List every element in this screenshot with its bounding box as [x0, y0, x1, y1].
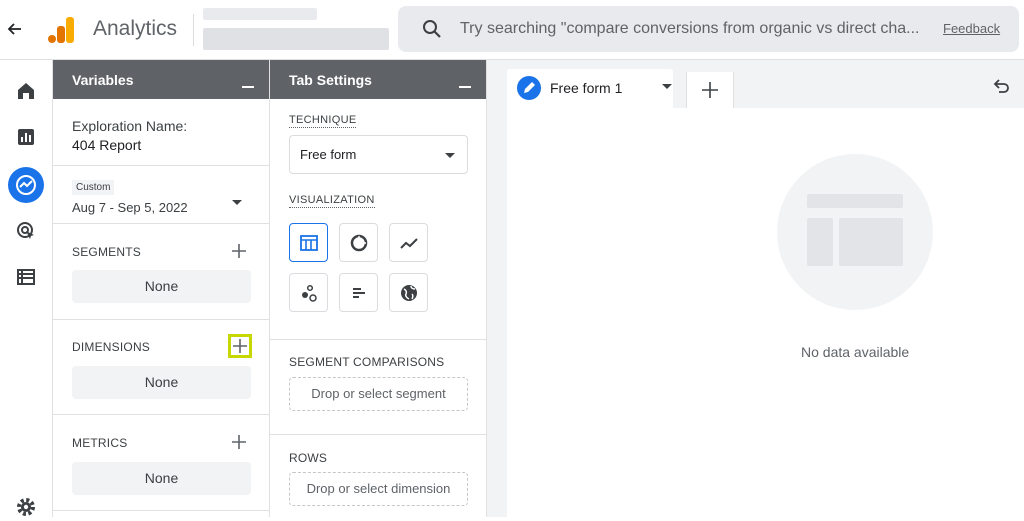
- visualization-label: VISUALIZATION: [289, 194, 375, 208]
- date-chip: Custom: [72, 180, 115, 195]
- property-name-redacted[interactable]: [203, 28, 389, 50]
- pencil-icon: [517, 76, 541, 100]
- tab-settings-title: Tab Settings: [289, 72, 372, 88]
- add-tab-button[interactable]: [686, 72, 734, 109]
- add-dimension-button[interactable]: [228, 334, 252, 358]
- minimize-icon[interactable]: [459, 86, 471, 88]
- exploration-canvas: Free form 1 No data available: [487, 60, 1024, 517]
- app-title: Analytics: [93, 17, 178, 40]
- dimensions-label: DIMENSIONS: [72, 340, 151, 354]
- variables-panel-header: Variables: [53, 60, 269, 99]
- analytics-logo: [47, 15, 75, 45]
- divider: [53, 223, 269, 224]
- left-navigation: [0, 60, 53, 517]
- chevron-down-icon[interactable]: [662, 84, 672, 89]
- tab-label: Free form 1: [550, 80, 623, 96]
- chevron-down-icon[interactable]: [232, 200, 242, 205]
- account-name-redacted[interactable]: [203, 8, 317, 20]
- segment-drop-zone[interactable]: Drop or select segment: [289, 377, 468, 411]
- rows-label: ROWS: [289, 451, 328, 465]
- divider: [53, 414, 269, 415]
- tab-free-form-1[interactable]: Free form 1: [507, 69, 673, 108]
- empty-table-illustration: [777, 154, 933, 310]
- segments-label: SEGMENTS: [72, 245, 141, 259]
- bar-icon[interactable]: [339, 273, 378, 312]
- tab-settings-header: Tab Settings: [270, 60, 486, 99]
- explore-icon[interactable]: [8, 167, 44, 203]
- top-bar: Analytics Try searching "compare convers…: [0, 0, 1024, 60]
- variables-title: Variables: [72, 72, 134, 88]
- tab-settings-panel: Tab Settings TECHNIQUE Free form VISUALI…: [270, 60, 487, 517]
- back-arrow-icon[interactable]: [5, 19, 25, 39]
- metrics-none[interactable]: None: [72, 462, 251, 495]
- technique-value: Free form: [300, 147, 357, 162]
- add-segment-icon[interactable]: [230, 242, 248, 260]
- no-data-message: No data available: [801, 344, 910, 360]
- search-icon: [422, 19, 442, 39]
- search-input[interactable]: Try searching "compare conversions from …: [460, 20, 940, 38]
- undo-icon[interactable]: [991, 76, 1011, 96]
- exploration-name-label: Exploration Name:: [72, 118, 188, 134]
- line-icon[interactable]: [389, 223, 428, 262]
- geo-icon[interactable]: [389, 273, 428, 312]
- scatter-icon[interactable]: [289, 273, 328, 312]
- divider: [270, 434, 486, 435]
- divider: [53, 510, 269, 511]
- date-range-picker[interactable]: Aug 7 - Sep 5, 2022: [72, 200, 188, 215]
- technique-select[interactable]: Free form: [289, 135, 468, 174]
- feedback-link[interactable]: Feedback: [943, 21, 1000, 36]
- donut-icon[interactable]: [339, 223, 378, 262]
- metrics-label: METRICS: [72, 436, 128, 450]
- advertising-icon[interactable]: [12, 217, 40, 245]
- table-icon[interactable]: [289, 223, 328, 262]
- divider: [53, 319, 269, 320]
- add-metric-icon[interactable]: [230, 433, 248, 451]
- segments-none[interactable]: None: [72, 270, 251, 303]
- search-bar[interactable]: Try searching "compare conversions from …: [398, 6, 1019, 52]
- header-divider: [193, 14, 194, 46]
- canvas-content: No data available: [507, 108, 1024, 517]
- chevron-down-icon: [445, 153, 455, 158]
- segment-comparisons-label: SEGMENT COMPARISONS: [289, 355, 445, 369]
- divider: [270, 339, 486, 340]
- configure-icon[interactable]: [12, 263, 40, 291]
- variables-panel: Variables Exploration Name: 404 Report C…: [53, 60, 270, 517]
- technique-label: TECHNIQUE: [289, 114, 357, 128]
- reports-icon[interactable]: [12, 123, 40, 151]
- minimize-icon[interactable]: [242, 86, 254, 88]
- home-icon[interactable]: [12, 77, 40, 105]
- dimensions-none[interactable]: None: [72, 366, 251, 399]
- exploration-name-input[interactable]: 404 Report: [72, 137, 141, 153]
- divider: [53, 165, 269, 166]
- rows-drop-zone[interactable]: Drop or select dimension: [289, 472, 468, 506]
